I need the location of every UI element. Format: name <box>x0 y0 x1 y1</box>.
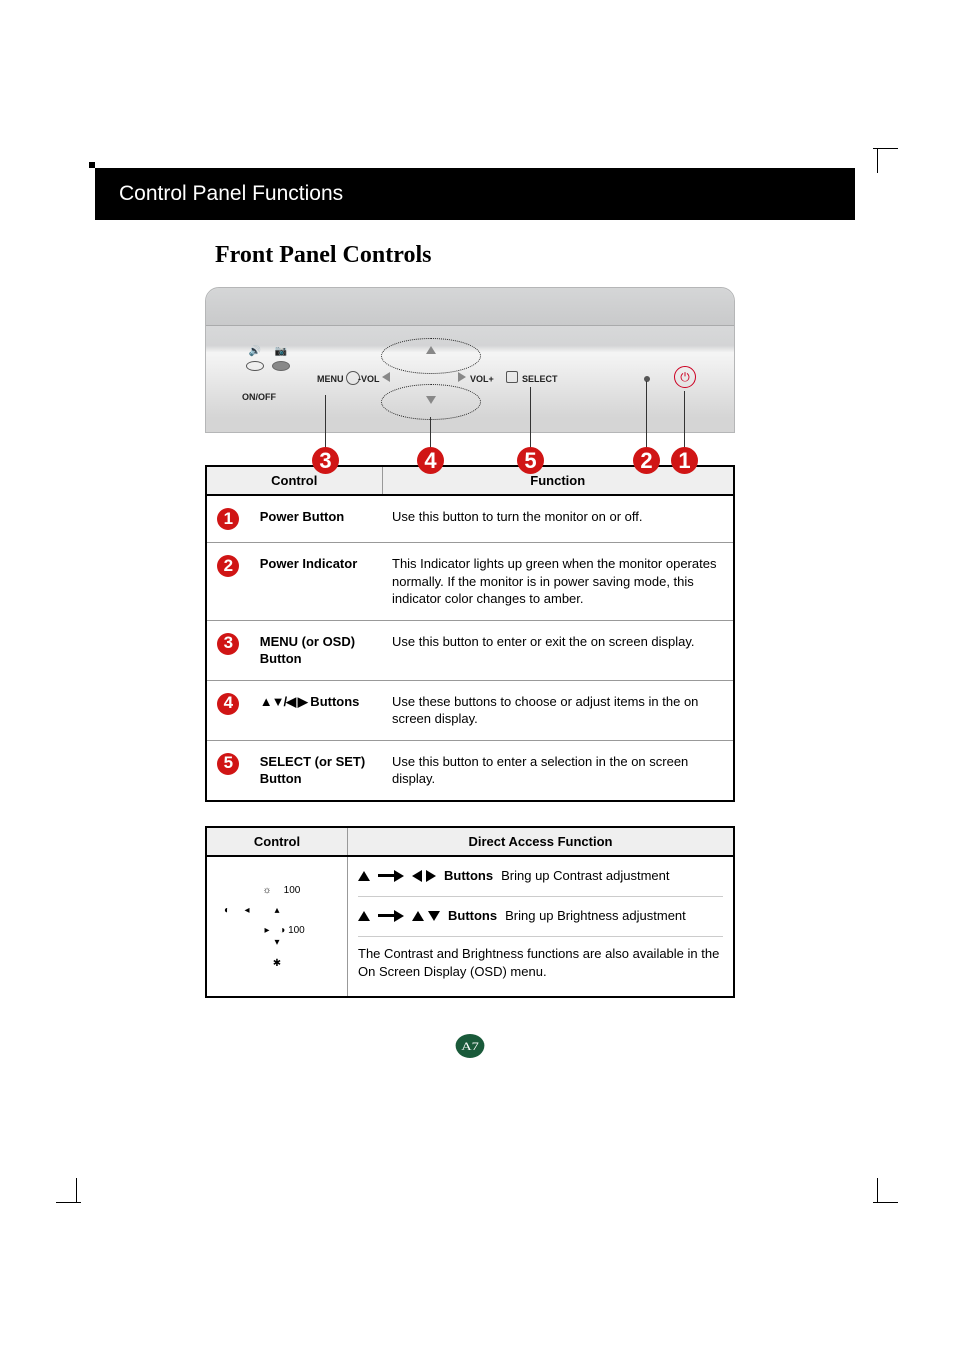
buttons-label: Buttons <box>448 907 497 926</box>
speaker-onoff-button-icon <box>246 361 264 371</box>
th-control: Control <box>206 466 382 495</box>
direct-access-mini-diagram: ☼100 ◐◂ ▸◑ 100 ▴ ▾ ✱ <box>217 878 337 972</box>
callout-2: 2 <box>633 447 660 474</box>
moon-value: 100 <box>288 925 305 936</box>
row-control: ▲▼/◀ ▶ Buttons <box>250 680 382 740</box>
row-function: Use these buttons to choose or adjust it… <box>382 680 734 740</box>
row-num-icon: 2 <box>217 555 239 577</box>
row-num-icon: 5 <box>217 753 239 775</box>
diagram-onoff-label: ON/OFF <box>242 392 276 402</box>
half-circle-left-icon: ◐ <box>224 904 230 919</box>
arrow-right-icon <box>378 910 404 922</box>
diagram-menu-label: MENU <box>317 374 344 384</box>
page-number-badge: A7 <box>456 1034 485 1058</box>
diagram-volm-label: -VOL <box>358 374 380 384</box>
direct-access-row-contrast: Buttons Bring up Contrast adjustment <box>358 867 723 886</box>
front-panel-diagram: 🔊 📷 ON/OFF MENU -VOL VOL+ SELECT ⏻ <box>205 287 735 433</box>
left-triangle-icon <box>412 870 422 882</box>
callout-5: 5 <box>517 447 544 474</box>
vol-minus-icon <box>382 372 390 382</box>
table-row: 3 MENU (or OSD) Button Use this button t… <box>206 620 734 680</box>
vol-plus-icon <box>458 372 466 382</box>
row-control: MENU (or OSD) Button <box>250 620 382 680</box>
up-triangle-icon <box>358 911 370 921</box>
callout-3: 3 <box>312 447 339 474</box>
row-num-icon: 4 <box>217 693 239 715</box>
row-num-icon: 3 <box>217 633 239 655</box>
moon-icon: ◑ <box>279 925 285 936</box>
section-title: Front Panel Controls <box>215 242 855 269</box>
callout-4: 4 <box>417 447 444 474</box>
diagram-volp-label: VOL+ <box>470 374 494 384</box>
select-button-icon <box>506 371 518 383</box>
up-triangle-icon <box>412 911 424 921</box>
sun-icon: ☼ <box>262 884 271 899</box>
direct-access-desc: Bring up Brightness adjustment <box>505 907 686 926</box>
table-row: 4 ▲▼/◀ ▶ Buttons Use these buttons to ch… <box>206 680 734 740</box>
direct-access-note: The Contrast and Brightness functions ar… <box>358 936 723 983</box>
th-function2: Direct Access Function <box>348 827 735 856</box>
callout-1: 1 <box>671 447 698 474</box>
buttons-label: Buttons <box>444 867 493 886</box>
power-indicator-dot-icon <box>644 376 650 382</box>
row-num-icon: 1 <box>217 508 239 530</box>
arrow-right-icon <box>378 870 404 882</box>
row-control: Power Indicator <box>250 543 382 621</box>
row-control: Power Button <box>250 495 382 543</box>
th-control2: Control <box>206 827 348 856</box>
row-function: Use this button to enter or exit the on … <box>382 620 734 680</box>
row-function: This Indicator lights up green when the … <box>382 543 734 621</box>
up-triangle-icon <box>358 871 370 881</box>
diagram-select-label: SELECT <box>522 374 558 384</box>
table-row: 5 SELECT (or SET) Button Use this button… <box>206 740 734 801</box>
row-control: SELECT (or SET) Button <box>250 740 382 801</box>
page-header-band: Control Panel Functions <box>95 168 855 220</box>
direct-access-desc: Bring up Contrast adjustment <box>501 867 669 886</box>
page-header-title: Control Panel Functions <box>119 182 343 206</box>
source-button-icon <box>272 361 290 371</box>
table-row: 2 Power Indicator This Indicator lights … <box>206 543 734 621</box>
direct-access-row-brightness: Buttons Bring up Brightness adjustment <box>358 896 723 926</box>
row-function: Use this button to turn the monitor on o… <box>382 495 734 543</box>
gear-icon: ✱ <box>217 957 337 972</box>
table-row: 1 Power Button Use this button to turn t… <box>206 495 734 543</box>
row-function: Use this button to enter a selection in … <box>382 740 734 801</box>
right-triangle-icon <box>426 870 436 882</box>
power-button-icon: ⏻ <box>674 366 696 388</box>
controls-table: Control Function 1 Power Button Use this… <box>205 465 735 802</box>
direct-access-table: Control Direct Access Function ☼100 ◐◂ ▸… <box>205 826 735 998</box>
down-triangle-icon <box>428 911 440 921</box>
sun-value: 100 <box>284 884 301 899</box>
